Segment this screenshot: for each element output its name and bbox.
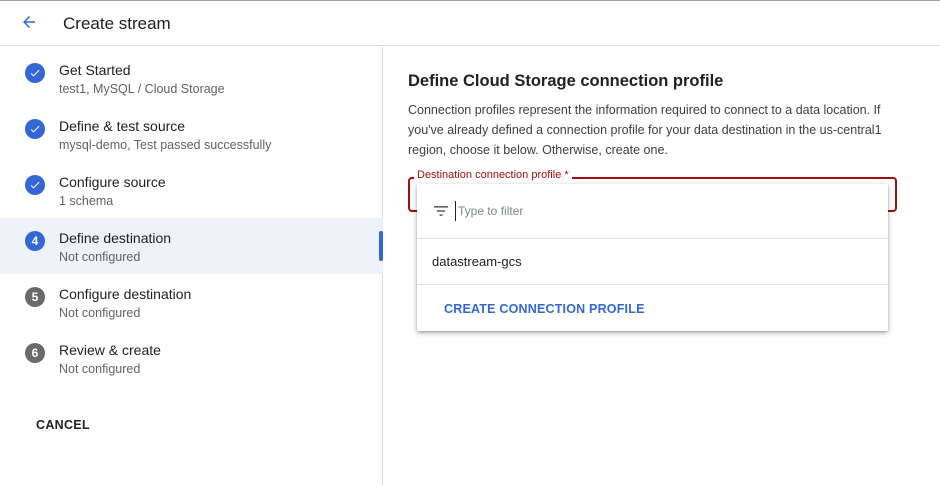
header: Create stream (0, 1, 940, 46)
destination-profile-label: Destination connection profile * (414, 169, 572, 181)
step-name: Get Started (59, 62, 131, 78)
step-status: Not configured (59, 362, 141, 376)
step-number-badge: 6 (25, 343, 45, 363)
step-name: Configure source (59, 174, 166, 190)
step-number-badge: 4 (25, 231, 45, 251)
step-configure-destination[interactable]: 5 Configure destination Not configured (0, 274, 383, 330)
filter-icon (434, 206, 448, 216)
page-title: Create stream (63, 14, 171, 33)
step-configure-source[interactable]: Configure source 1 schema (0, 162, 383, 218)
check-circle-icon (25, 175, 45, 195)
stepper-sidebar: Get Started test1, MySQL / Cloud Storage… (0, 47, 383, 485)
filter-input[interactable] (455, 201, 875, 221)
section-title: Define Cloud Storage connection profile (408, 72, 724, 90)
back-button[interactable] (16, 9, 42, 35)
check-circle-icon (25, 63, 45, 83)
section-description: Connection profiles represent the inform… (408, 103, 882, 157)
filter-row (417, 184, 888, 239)
create-connection-profile-button[interactable]: CREATE CONNECTION PROFILE (444, 302, 645, 316)
step-status: Not configured (59, 306, 141, 320)
step-define-test-source[interactable]: Define & test source mysql-demo, Test pa… (0, 106, 383, 162)
cancel-button[interactable]: CANCEL (36, 418, 90, 432)
step-name: Define destination (59, 230, 172, 246)
step-status: mysql-demo, Test passed successfully (59, 138, 272, 152)
step-name: Configure destination (59, 286, 192, 302)
check-circle-icon (25, 119, 45, 139)
profile-dropdown-menu: datastream-gcs CREATE CONNECTION PROFILE (417, 184, 888, 331)
step-status: 1 schema (59, 194, 114, 208)
step-name: Define & test source (59, 118, 186, 134)
arrow-back-icon (23, 16, 35, 28)
step-number-badge: 5 (25, 287, 45, 307)
option-datastream-gcs[interactable]: datastream-gcs (417, 239, 888, 285)
step-status: test1, MySQL / Cloud Storage (59, 82, 225, 96)
option-label: datastream-gcs (432, 254, 522, 269)
step-review-create[interactable]: 6 Review & create Not configured (0, 330, 383, 386)
step-status: Not configured (59, 250, 141, 264)
step-define-destination[interactable]: 4 Define destination Not configured (0, 218, 383, 274)
active-step-indicator (379, 231, 383, 261)
step-get-started[interactable]: Get Started test1, MySQL / Cloud Storage (0, 50, 383, 106)
step-name: Review & create (59, 342, 161, 358)
